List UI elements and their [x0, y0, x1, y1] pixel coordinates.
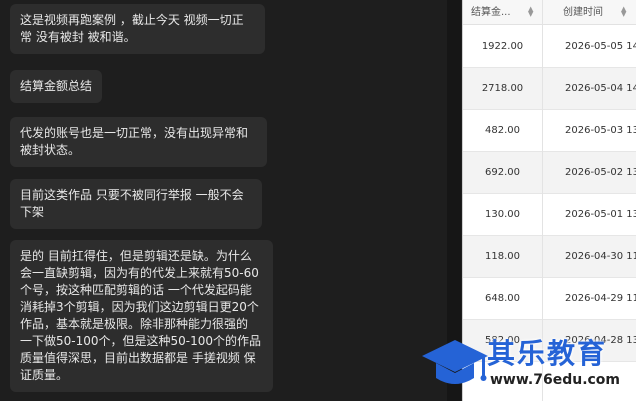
created-time-cell: 2026-05-02 13:...	[565, 167, 636, 178]
table-row[interactable]: 482.00 2026-05-03 13:...	[463, 110, 636, 152]
created-time-cell: 2026-05-04 14:...	[565, 83, 636, 94]
amount-cell: 130.00	[485, 209, 520, 220]
created-time-cell: 2026-04-30 11:...	[565, 251, 636, 262]
table-row[interactable]: 2718.00 2026-05-04 14:...	[463, 68, 636, 110]
chat-message: 目前这类作品 只要不被同行举报 一般不会下架	[10, 179, 262, 229]
watermark-url: www.76edu.com	[490, 372, 621, 388]
created-time-cell: 2026-05-01 13:...	[565, 209, 636, 220]
table-row[interactable]: 130.00 2026-05-01 13:...	[463, 194, 636, 236]
amount-cell: 482.00	[485, 125, 520, 136]
sort-icon[interactable]: ▲ ▼	[528, 6, 533, 18]
chat-message: 是的 目前扛得住，但是剪辑还是缺。为什么会一直缺剪辑，因为有的代发上来就有50-…	[10, 240, 273, 392]
watermark: 其乐教育 www.76edu.com	[420, 328, 636, 401]
created-time-cell: 2026-05-03 13:...	[565, 125, 636, 136]
chat-message: 代发的账号也是一切正常，没有出现异常和被封状态。	[10, 117, 267, 167]
screen: 这是视频再跑案例 ，截止今天 视频一切正常 没有被封 被和谐。 结算金额总结 代…	[0, 0, 636, 401]
created-time-cell: 2026-05-05 14:...	[565, 41, 636, 52]
amount-cell: 1922.00	[481, 41, 524, 52]
table-row[interactable]: 1922.00 2026-05-05 14:...	[463, 26, 636, 68]
chat-message: 结算金额总结	[10, 70, 102, 103]
amount-cell: 648.00	[485, 293, 520, 304]
chat-message: 这是视频再跑案例 ，截止今天 视频一切正常 没有被封 被和谐。	[10, 4, 265, 54]
watermark-title: 其乐教育	[487, 337, 608, 370]
table-row[interactable]: 692.00 2026-05-02 13:...	[463, 152, 636, 194]
table-header: 结算金... ▲ ▼ 创建时间 ▲ ▼	[463, 0, 636, 25]
table-row[interactable]: 118.00 2026-04-30 11:...	[463, 236, 636, 278]
amount-cell: 2718.00	[481, 83, 524, 94]
amount-cell: 692.00	[485, 167, 520, 178]
amount-cell: 118.00	[485, 251, 520, 262]
chat-panel: 这是视频再跑案例 ，截止今天 视频一切正常 没有被封 被和谐。 结算金额总结 代…	[0, 0, 447, 401]
created-time-cell: 2026-04-29 11:...	[565, 293, 636, 304]
graduation-cap-icon	[422, 340, 488, 384]
table-row[interactable]: 648.00 2026-04-29 11:...	[463, 278, 636, 320]
sort-icon[interactable]: ▲ ▼	[621, 6, 626, 18]
